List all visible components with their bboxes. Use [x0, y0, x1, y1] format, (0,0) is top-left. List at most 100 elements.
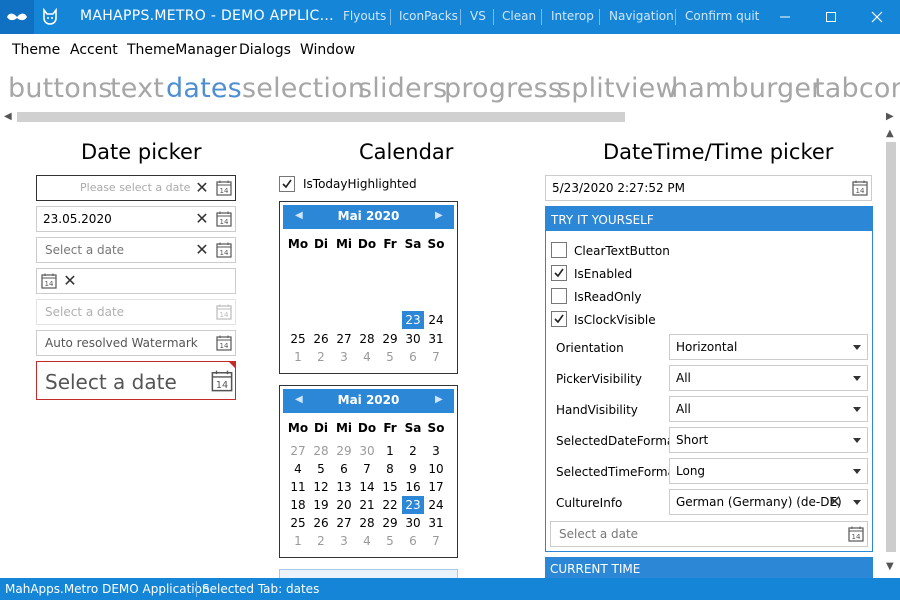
- month-title[interactable]: Mai 2020: [283, 209, 454, 223]
- calendar-icon[interactable]: 14: [41, 273, 57, 289]
- tab-text[interactable]: text: [110, 73, 164, 104]
- next-month-icon[interactable]: ▶: [435, 210, 443, 221]
- calendar-day[interactable]: 25: [287, 330, 309, 348]
- calendar-day[interactable]: 26: [310, 514, 332, 532]
- month-title[interactable]: Mai 2020: [283, 393, 454, 407]
- maximize-button[interactable]: [808, 0, 854, 34]
- calendar-day[interactable]: 16: [402, 478, 424, 496]
- scroll-up-arrow-icon[interactable]: ▲: [886, 128, 894, 139]
- menu-dialogs[interactable]: Dialogs: [239, 42, 291, 58]
- command-interop[interactable]: Interop: [551, 9, 594, 23]
- calendar-day[interactable]: 10: [425, 460, 447, 478]
- calendar-day[interactable]: 3: [333, 348, 355, 366]
- selecteddateformat-combobox[interactable]: Short: [669, 427, 868, 453]
- calendar-day[interactable]: 28: [356, 514, 378, 532]
- calendar-day[interactable]: 4: [287, 460, 309, 478]
- command-navigation[interactable]: Navigation: [609, 9, 674, 23]
- calendar-day[interactable]: 23: [402, 311, 424, 329]
- datepicker-2[interactable]: 23.05.2020 ✕ 14: [36, 206, 236, 232]
- calendar-day[interactable]: 31: [425, 514, 447, 532]
- calendar-day[interactable]: 9: [402, 460, 424, 478]
- calendar-day[interactable]: 19: [310, 496, 332, 514]
- calendar-day[interactable]: 31: [425, 330, 447, 348]
- calendar-day[interactable]: 14: [356, 478, 378, 496]
- scroll-down-arrow-icon[interactable]: ▼: [886, 561, 894, 572]
- calendar-day[interactable]: 2: [402, 442, 424, 460]
- handvisibility-combobox[interactable]: All: [669, 396, 868, 422]
- group-datepicker[interactable]: Select a date 14: [550, 521, 868, 547]
- calendar-day[interactable]: 8: [379, 460, 401, 478]
- calendar-day[interactable]: 24: [425, 496, 447, 514]
- calendar-icon[interactable]: 14: [211, 370, 233, 392]
- isenabled-checkbox[interactable]: [551, 265, 567, 281]
- calendar-day[interactable]: 24: [425, 311, 447, 329]
- calendar-day[interactable]: 1: [287, 348, 309, 366]
- tab-splitview[interactable]: splitview: [557, 73, 678, 104]
- pickervisibility-combobox[interactable]: All: [669, 365, 868, 391]
- calendar-day[interactable]: 28: [310, 442, 332, 460]
- calendar-day[interactable]: 3: [333, 532, 355, 550]
- calendar-day[interactable]: 30: [356, 442, 378, 460]
- datepicker-3[interactable]: Select a date ✕ 14: [36, 237, 236, 263]
- scroll-left-arrow-icon[interactable]: ◀: [4, 111, 12, 122]
- clear-icon[interactable]: ✕: [194, 241, 210, 259]
- calendar-day[interactable]: 25: [287, 514, 309, 532]
- tab-dates[interactable]: dates: [166, 73, 242, 104]
- calendar-day[interactable]: 22: [379, 496, 401, 514]
- menu-accent[interactable]: Accent: [70, 42, 118, 58]
- tab-tabcontrol[interactable]: tabcont: [814, 73, 900, 104]
- calendar-day[interactable]: 29: [333, 442, 355, 460]
- calendar-day[interactable]: 2: [310, 532, 332, 550]
- calendar-day[interactable]: 18: [287, 496, 309, 514]
- calendar-day[interactable]: 6: [402, 532, 424, 550]
- calendar-day[interactable]: 7: [425, 532, 447, 550]
- horizontal-scrollbar[interactable]: [17, 112, 625, 122]
- cultureinfo-combobox[interactable]: German (Germany) (de-DE) ✕: [669, 489, 868, 515]
- calendar-icon[interactable]: 14: [848, 526, 864, 542]
- calendar-day[interactable]: 27: [287, 442, 309, 460]
- menu-thememanager[interactable]: ThemeManager: [127, 42, 237, 58]
- calendar-day[interactable]: 4: [356, 348, 378, 366]
- datepicker-7-error[interactable]: Select a date 14: [36, 361, 236, 400]
- calendar-day[interactable]: 30: [402, 330, 424, 348]
- isreadonly-checkbox[interactable]: [551, 288, 567, 304]
- calendar-day[interactable]: 20: [333, 496, 355, 514]
- calendar-day[interactable]: 21: [356, 496, 378, 514]
- calendar-day[interactable]: 12: [310, 478, 332, 496]
- datetimepicker[interactable]: 5/23/2020 2:27:52 PM 14: [545, 175, 872, 201]
- calendar-icon[interactable]: 14: [216, 211, 232, 227]
- calendar-day[interactable]: 3: [425, 442, 447, 460]
- calendar-day[interactable]: 23: [402, 496, 424, 514]
- calendar-day[interactable]: 27: [333, 330, 355, 348]
- clear-icon[interactable]: ✕: [194, 179, 210, 197]
- calendar-icon[interactable]: 14: [216, 180, 232, 196]
- calendar-day[interactable]: 2: [310, 348, 332, 366]
- calendar-day[interactable]: 7: [356, 460, 378, 478]
- calendar-day[interactable]: 6: [402, 348, 424, 366]
- calendar-day[interactable]: 26: [310, 330, 332, 348]
- close-button[interactable]: [854, 0, 900, 34]
- istodayhighlighted-checkbox[interactable]: [279, 176, 295, 192]
- isclockvisible-checkbox[interactable]: [551, 311, 567, 327]
- calendar-day[interactable]: 6: [333, 460, 355, 478]
- calendar-day[interactable]: 7: [425, 348, 447, 366]
- scroll-right-arrow-icon[interactable]: ▶: [886, 111, 894, 122]
- calendar-icon[interactable]: 14: [852, 180, 868, 196]
- datepicker-value[interactable]: 23.05.2020: [43, 212, 112, 226]
- tab-progress[interactable]: progress: [444, 73, 562, 104]
- menu-window[interactable]: Window: [300, 42, 355, 58]
- calendar-day[interactable]: 4: [356, 532, 378, 550]
- calendar-day[interactable]: 5: [310, 460, 332, 478]
- command-confirm-quit[interactable]: Confirm quit: [685, 9, 759, 23]
- next-month-icon[interactable]: ▶: [435, 394, 443, 405]
- calendar-day[interactable]: 11: [287, 478, 309, 496]
- clear-icon[interactable]: ✕: [194, 210, 210, 228]
- orientation-combobox[interactable]: Horizontal: [669, 334, 868, 360]
- calendar-day[interactable]: 27: [333, 514, 355, 532]
- command-vs[interactable]: VS: [470, 9, 486, 23]
- clear-icon[interactable]: ✕: [62, 272, 78, 290]
- calendar-day[interactable]: 5: [379, 348, 401, 366]
- tab-hamburger[interactable]: hamburger: [671, 73, 823, 104]
- calendar-day[interactable]: 13: [333, 478, 355, 496]
- tab-buttons[interactable]: buttons: [8, 73, 113, 104]
